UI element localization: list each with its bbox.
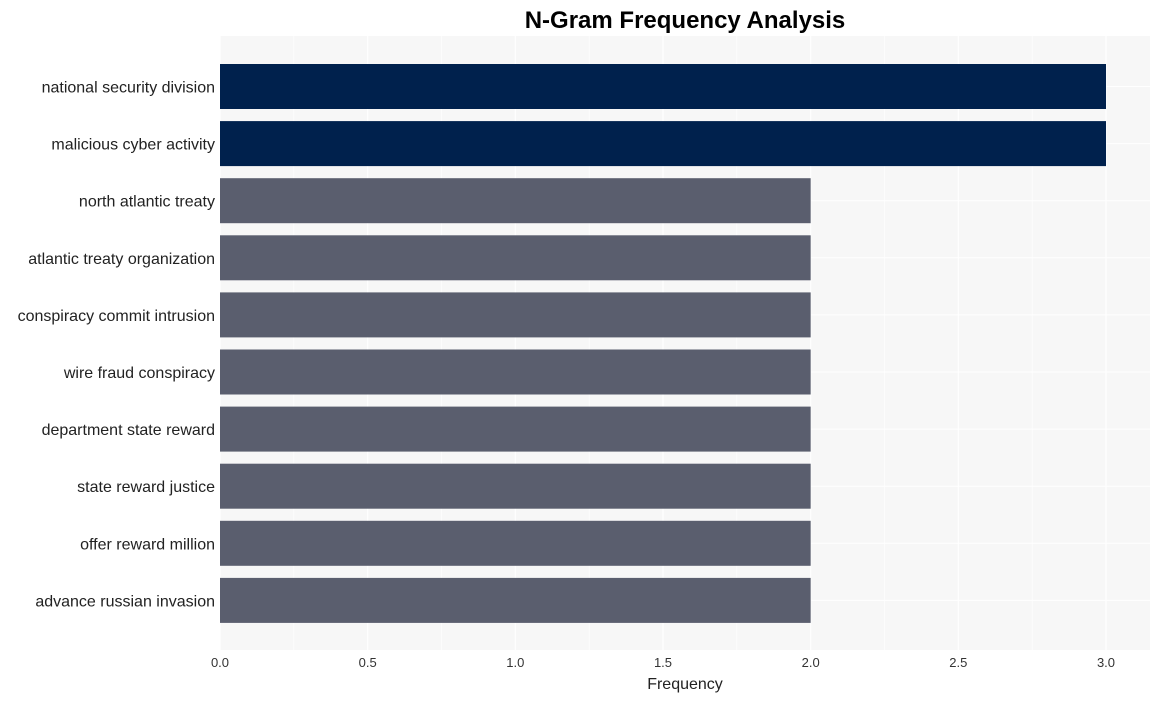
bar xyxy=(220,64,1106,109)
y-tick-label: national security division xyxy=(42,80,215,97)
y-tick-label: department state reward xyxy=(42,422,215,439)
x-tick-label: 0.5 xyxy=(359,655,377,670)
x-tick-label: 3.0 xyxy=(1097,655,1115,670)
bar xyxy=(220,406,811,452)
y-tick-label: state reward justice xyxy=(77,479,215,496)
bar xyxy=(220,520,811,566)
x-tick-labels: 0.0 0.5 1.0 1.5 2.0 2.5 3.0 xyxy=(211,655,1115,670)
y-tick-label: offer reward million xyxy=(80,536,215,553)
x-tick-label: 2.0 xyxy=(802,655,820,670)
chart-title: N-Gram Frequency Analysis xyxy=(525,7,846,34)
y-tick-label: atlantic treaty organization xyxy=(28,251,215,268)
y-tick-labels: national security division malicious cybe… xyxy=(18,80,216,611)
x-tick-label: 1.0 xyxy=(506,655,524,670)
ngram-chart: national security division malicious cybe… xyxy=(18,7,1150,693)
y-tick-label: advance russian invasion xyxy=(35,593,215,610)
x-tick-label: 0.0 xyxy=(211,655,229,670)
x-tick-label: 2.5 xyxy=(949,655,967,670)
bar xyxy=(220,121,1106,167)
y-tick-label: wire fraud conspiracy xyxy=(63,365,215,382)
y-tick-label: north atlantic treaty xyxy=(79,194,215,211)
bar xyxy=(220,349,811,395)
bar xyxy=(220,577,811,623)
x-axis-label: Frequency xyxy=(647,676,723,693)
bar xyxy=(220,235,811,281)
bar xyxy=(220,178,811,224)
bar xyxy=(220,463,811,509)
y-tick-label: malicious cyber activity xyxy=(51,137,215,154)
y-tick-label: conspiracy commit intrusion xyxy=(18,308,215,325)
x-tick-label: 1.5 xyxy=(654,655,672,670)
bar xyxy=(220,292,811,338)
